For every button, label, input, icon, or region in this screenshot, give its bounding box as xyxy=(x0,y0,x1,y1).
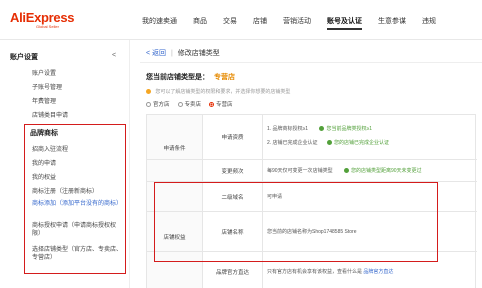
nav-item-products[interactable]: 商品 xyxy=(193,16,207,30)
requirement-text: 1. 品牌商标授权≥1 xyxy=(267,126,309,132)
check-icon xyxy=(326,140,332,146)
radio-circle-icon xyxy=(177,101,183,107)
row-content: 每90天仅可变更一次店铺类型 您的店铺类型距离90天未变更过 xyxy=(267,167,422,174)
status-ok: 您当前品牌类授权≥1 xyxy=(319,126,372,132)
table-row: 变更频次 每90天仅可变更一次店铺类型 您的店铺类型距离90天未变更过 xyxy=(147,159,477,182)
logo-text: AliExpress xyxy=(10,10,75,25)
nav-item-violations[interactable]: 违规 xyxy=(422,16,436,30)
breadcrumb: < 返回 | 修改店铺类型 xyxy=(146,48,220,58)
logo-subtext: Global Seller xyxy=(36,24,59,29)
brand-direct-link[interactable]: 品牌官方直达 xyxy=(363,269,393,275)
sidebar-section-account[interactable]: 账户设置 xyxy=(10,52,38,62)
status-ok: 您的店铺类型距离90天未变更过 xyxy=(343,168,422,174)
nav-item-my-aliexpress[interactable]: 我的速卖通 xyxy=(142,16,177,30)
row-content: 只有官方店有机会享有该权益，查看什么是 品牌官方直达 xyxy=(267,268,393,275)
current-type-label: 您当前店铺类型是： xyxy=(146,74,209,81)
row-content: 1. 品牌商标授权≥1 您当前品牌类授权≥1 xyxy=(267,125,372,132)
requirement-text: 每90天仅可变更一次店铺类型 xyxy=(267,168,333,174)
current-type-value: 专营店 xyxy=(213,74,235,81)
main-highlight-box xyxy=(154,182,438,262)
rights-text: 只有官方店有机会享有该权益，查看什么是 xyxy=(267,269,363,275)
page-title: 修改店铺类型 xyxy=(177,50,220,57)
check-icon xyxy=(343,168,349,174)
row-label: 变更频次 xyxy=(203,160,263,182)
back-link[interactable]: < 返回 xyxy=(146,50,166,57)
table-row: 申请资质 1. 品牌商标授权≥1 您当前品牌类授权≥1 2. 店铺已完成企业认证… xyxy=(147,115,477,159)
nav-item-account[interactable]: 账号及认证 xyxy=(327,16,362,30)
aliexpress-logo[interactable]: AliExpress Global Seller xyxy=(10,10,75,29)
status-text: 您当前品牌类授权≥1 xyxy=(326,126,373,132)
radio-label: 专营店 xyxy=(216,102,233,108)
store-type-radio-group: 官方店 专卖店 专营店 xyxy=(146,100,233,108)
sidebar-item-sub-accounts[interactable]: 子账号管理 xyxy=(32,82,62,91)
sidebar-highlight-box xyxy=(24,124,126,274)
requirement-text: 2. 店铺已完成企业认证 xyxy=(267,140,318,146)
sidebar-item-category-apply[interactable]: 店铺类目申请 xyxy=(32,110,68,119)
radio-label: 专卖店 xyxy=(184,102,202,108)
header-divider xyxy=(140,62,482,63)
top-bar: AliExpress Global Seller 我的速卖通 商品 交易 店铺 … xyxy=(0,0,482,40)
status-text: 您的店铺类型距离90天未变更过 xyxy=(350,168,422,174)
nav-item-marketing[interactable]: 营销活动 xyxy=(283,16,311,30)
radio-circle-icon xyxy=(146,101,151,107)
main-nav: 我的速卖通 商品 交易 店铺 营销活动 账号及认证 生意参谋 违规 xyxy=(142,16,452,30)
check-icon xyxy=(319,126,325,132)
radio-label: 官方店 xyxy=(153,102,170,108)
radio-specialty-store[interactable]: 专营店 xyxy=(209,100,233,108)
radio-official-store[interactable]: 官方店 xyxy=(146,100,170,108)
row-label: 申请资质 xyxy=(203,115,263,159)
notice-bar: 您可以了解店铺类型的权限和要求，并选择你想要的店铺类型 xyxy=(146,88,476,95)
status-text: 您的店铺已完成企业认证 xyxy=(333,140,389,146)
sidebar-item-account-settings[interactable]: 账户设置 xyxy=(32,68,56,77)
sidebar: 账户设置 < 账户设置 子账号管理 年费管理 店铺类目申请 品牌商标 招商入驻流… xyxy=(0,40,130,288)
nav-item-business-advisor[interactable]: 生意参谋 xyxy=(378,16,406,30)
notice-text: 您可以了解店铺类型的权限和要求，并选择你想要的店铺类型 xyxy=(155,89,291,95)
radio-circle-icon xyxy=(209,101,215,107)
status-ok: 您的店铺已完成企业认证 xyxy=(326,140,389,146)
nav-item-store[interactable]: 店铺 xyxy=(253,16,267,30)
breadcrumb-separator: | xyxy=(171,50,173,57)
info-icon xyxy=(146,89,151,95)
radio-exclusive-store[interactable]: 专卖店 xyxy=(177,100,202,108)
sidebar-item-annual-fee[interactable]: 年费管理 xyxy=(32,96,56,105)
sidebar-collapse-button[interactable]: < xyxy=(112,52,116,59)
row-content-2: 2. 店铺已完成企业认证 您的店铺已完成企业认证 xyxy=(267,139,389,146)
main-content: < 返回 | 修改店铺类型 您当前店铺类型是： 专营店 您可以了解店铺类型的权限… xyxy=(140,40,482,288)
nav-item-orders[interactable]: 交易 xyxy=(223,16,237,30)
current-store-type: 您当前店铺类型是： 专营店 xyxy=(146,72,235,82)
